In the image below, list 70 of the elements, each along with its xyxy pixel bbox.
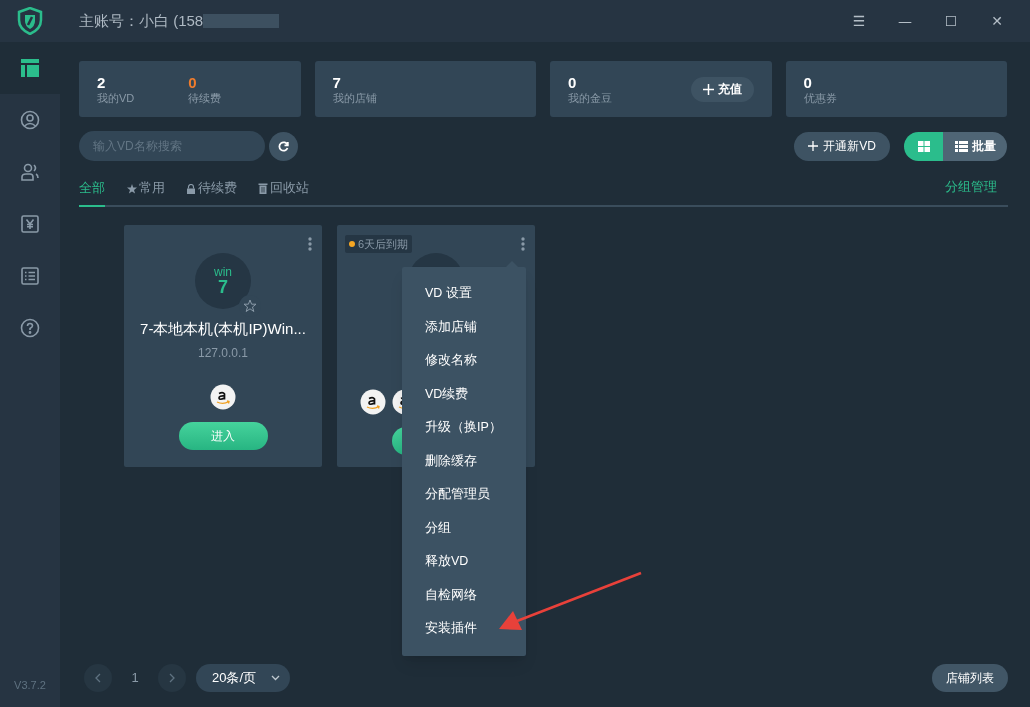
list-icon <box>954 140 968 152</box>
plus-icon <box>702 83 714 95</box>
plus-icon <box>808 141 819 151</box>
filter-tab[interactable]: 回收站 <box>258 178 309 207</box>
filter-tab[interactable]: 全部 <box>79 178 105 207</box>
filter-tab[interactable]: 待续费 <box>186 178 237 207</box>
stat-value: 0 <box>188 73 198 91</box>
chevron-down-icon <box>271 674 280 681</box>
os-label: win <box>214 265 232 278</box>
page-number[interactable]: 1 <box>112 667 158 688</box>
menu-item[interactable]: VD续费 <box>402 377 526 411</box>
menu-item[interactable]: 添加店铺 <box>402 310 526 344</box>
version-label: V3.7.2 <box>13 677 47 693</box>
window-title: 主账号：小白 (158 <box>79 10 204 31</box>
lock-icon <box>186 184 196 194</box>
os-version: 7 <box>218 277 228 297</box>
help-icon <box>20 318 40 338</box>
stat-value: 7 <box>332 73 342 91</box>
stat-label: 优惠券 <box>803 90 837 105</box>
dot-icon <box>349 241 355 247</box>
refresh-icon <box>278 140 289 152</box>
page-size-dropdown[interactable]: 20条/页 <box>196 663 290 692</box>
grid-icon <box>917 140 930 152</box>
refresh-button[interactable] <box>269 131 298 161</box>
menu-item[interactable]: 自检网络 <box>402 578 526 612</box>
batch-button[interactable]: 批量 <box>943 131 1007 161</box>
ip-address: 127.0.0.1 <box>197 344 248 362</box>
menu-item[interactable]: VD 设置 <box>402 277 526 311</box>
shield-logo-icon <box>17 7 43 35</box>
chevron-left-icon <box>95 672 101 683</box>
star-icon <box>243 299 257 313</box>
amazon-store-icon <box>360 389 386 415</box>
stat-label: 我的金豆 <box>568 90 612 105</box>
menu-item[interactable]: 删除缓存 <box>402 444 526 478</box>
list-icon <box>20 266 40 286</box>
stat-value: 2 <box>97 73 107 91</box>
recharge-button[interactable]: 充值 <box>690 76 754 102</box>
stat-value: 0 <box>568 73 578 91</box>
chevron-right-icon <box>169 672 175 683</box>
stat-value: 0 <box>803 73 813 91</box>
group-manage-link[interactable]: 分组管理 <box>945 176 997 205</box>
filter-tab[interactable]: 常用 <box>127 178 165 207</box>
users-icon <box>20 162 40 182</box>
menu-item[interactable]: 安装插件 <box>402 612 526 646</box>
minimize-button[interactable]: — <box>882 6 928 36</box>
new-vd-button[interactable]: 开通新VD <box>794 131 890 161</box>
maximize-button[interactable]: ☐ <box>928 6 974 36</box>
menu-item[interactable]: 分组 <box>402 511 526 545</box>
layout-icon <box>20 58 40 78</box>
menu-button[interactable]: ☰ <box>836 6 882 36</box>
stat-label: 我的VD <box>97 90 135 105</box>
grid-view-button[interactable] <box>904 131 943 161</box>
stat-label: 我的店铺 <box>332 90 377 105</box>
store-list-button[interactable]: 店铺列表 <box>932 663 1008 692</box>
menu-item[interactable]: 分配管理员 <box>402 478 526 512</box>
stat-label: 待续费 <box>188 90 222 105</box>
menu-item[interactable]: 升级（换IP） <box>402 411 526 445</box>
menu-item[interactable]: 修改名称 <box>402 344 526 378</box>
user-icon <box>20 110 40 130</box>
star-icon <box>127 184 137 194</box>
yen-icon <box>20 214 40 234</box>
vd-name: 7-本地本机(本机IP)Win... <box>140 319 306 339</box>
close-button[interactable]: ✕ <box>974 6 1020 36</box>
menu-item[interactable]: 释放VD <box>402 545 526 579</box>
sidebar-item[interactable] <box>0 42 60 94</box>
more-icon <box>308 237 312 251</box>
expiry-badge: 6天后到期 <box>345 235 413 253</box>
amazon-store-icon <box>210 383 236 410</box>
trash-icon <box>258 183 268 194</box>
more-icon <box>521 237 525 251</box>
